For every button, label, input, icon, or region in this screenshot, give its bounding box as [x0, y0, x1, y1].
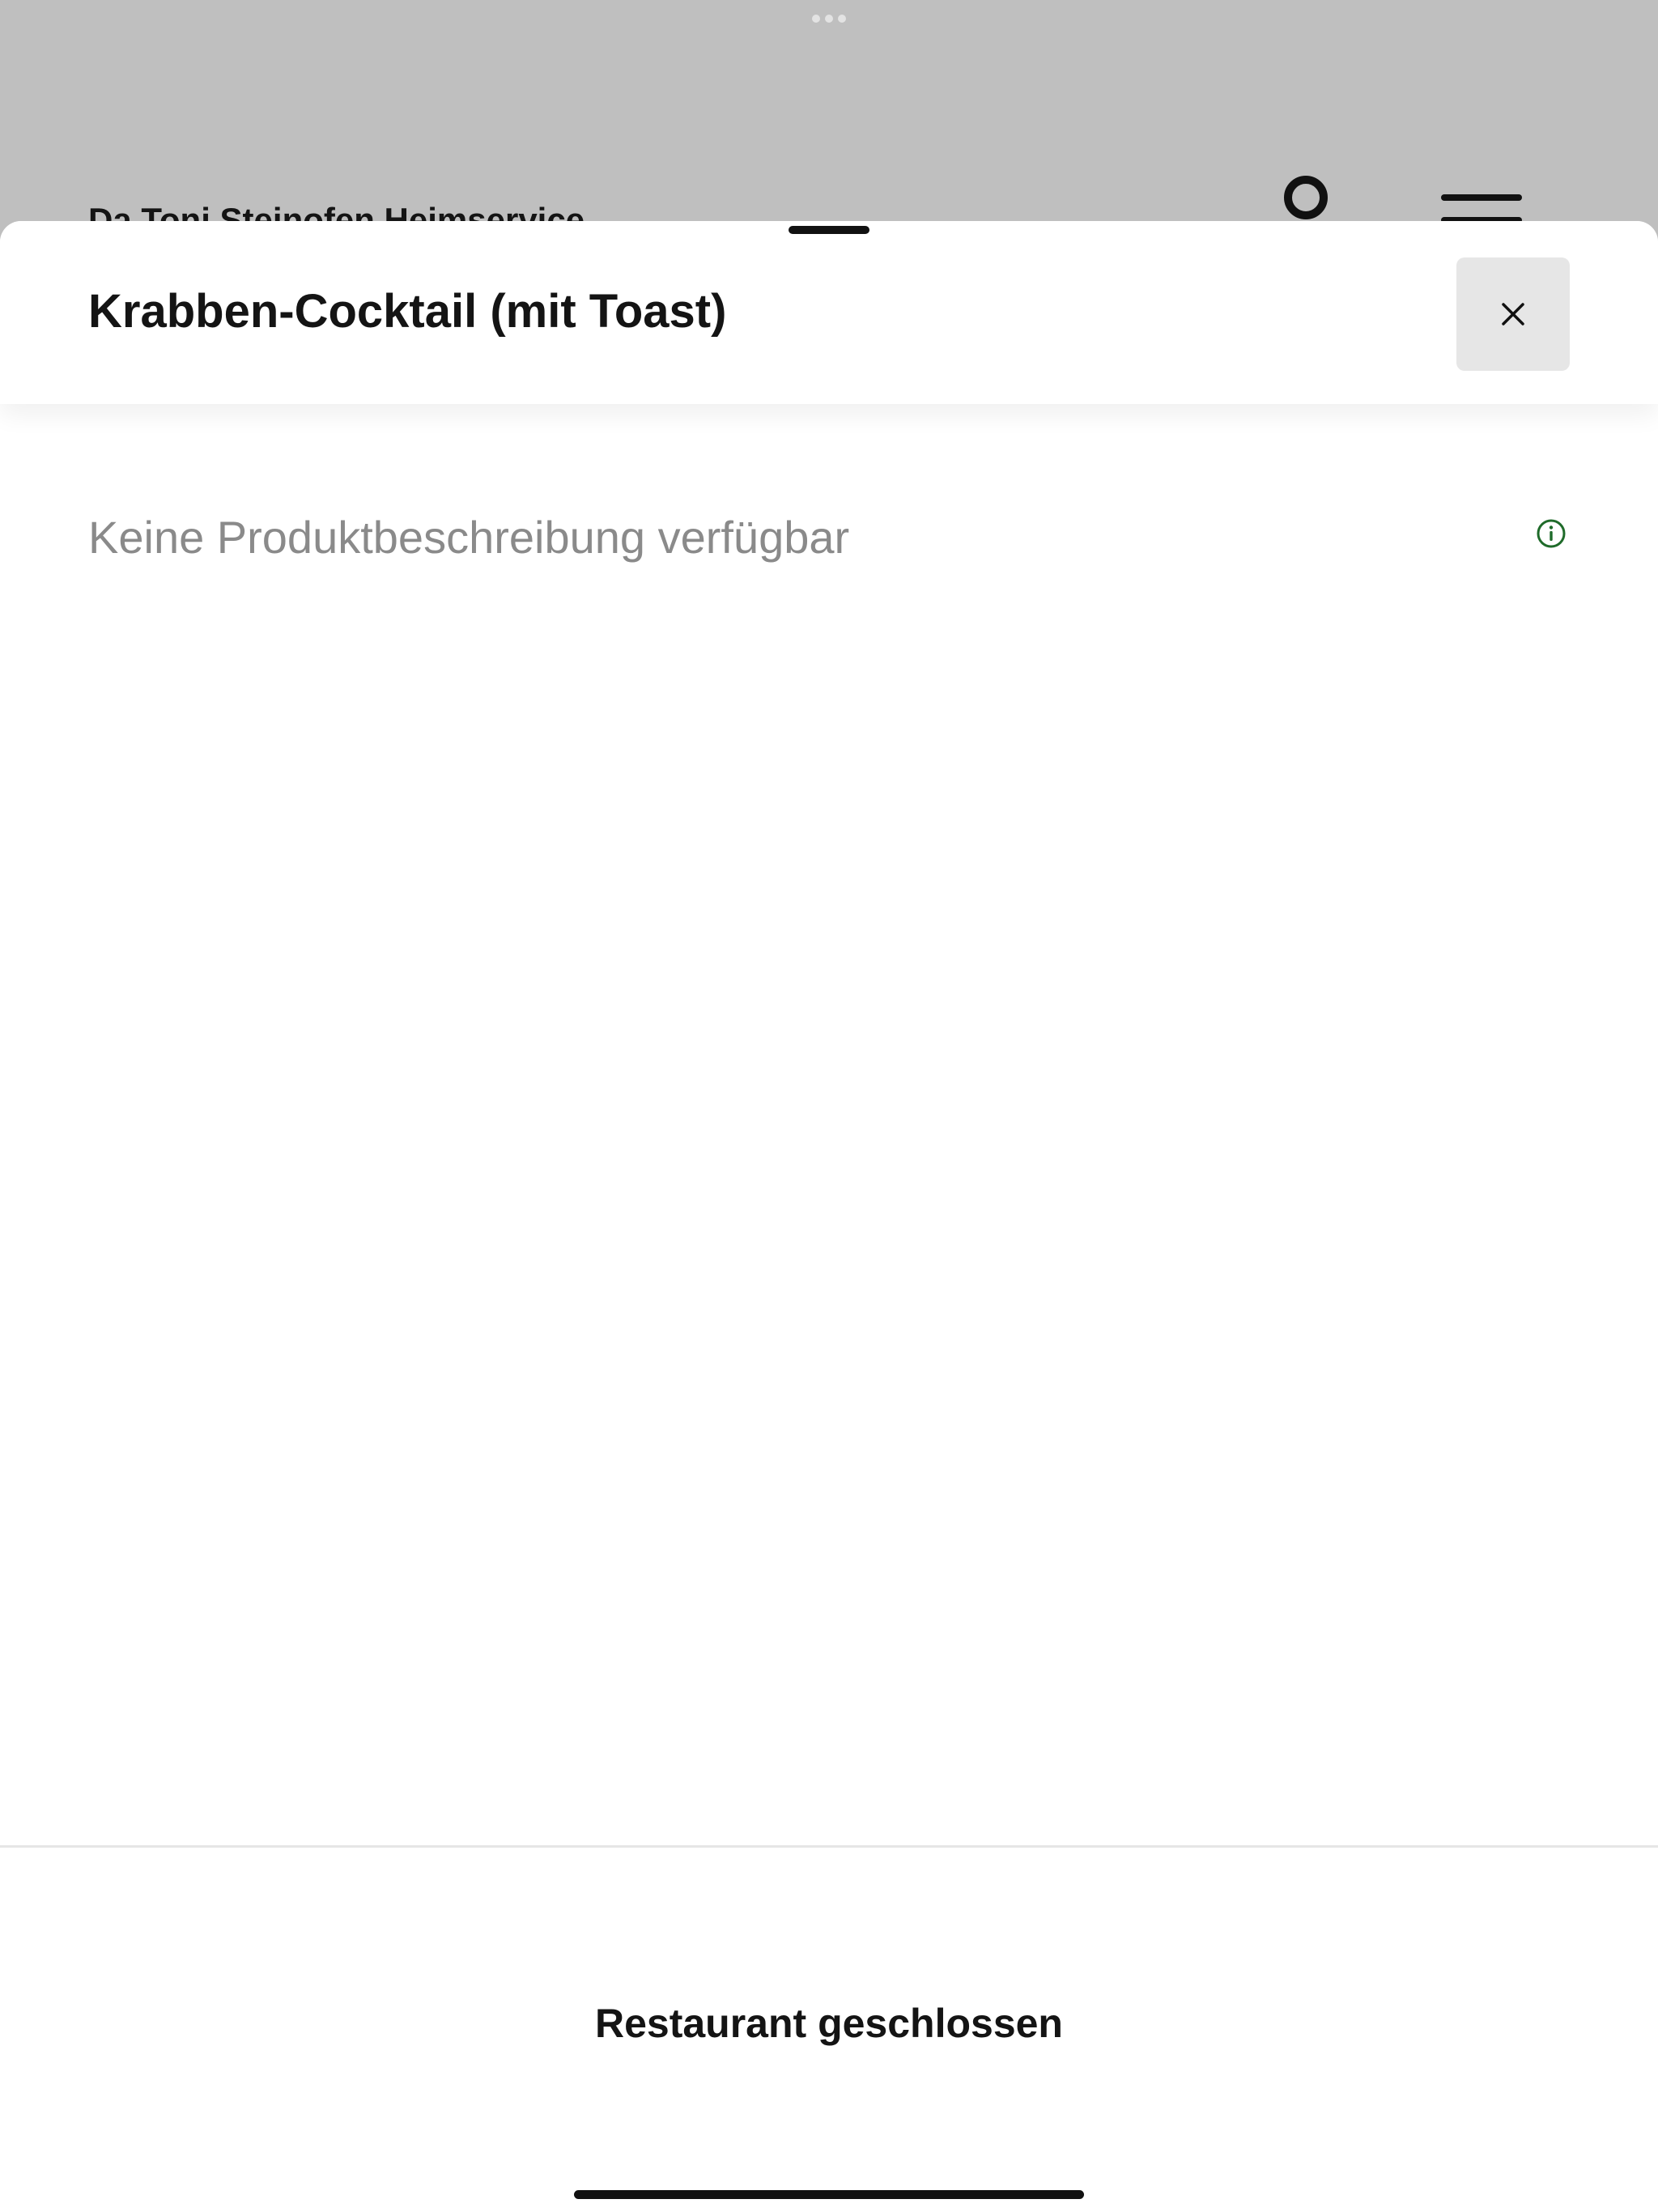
- hamburger-menu-icon-graphic: [1441, 194, 1522, 223]
- info-icon[interactable]: [1536, 518, 1567, 549]
- close-button[interactable]: [1456, 257, 1570, 371]
- dot: [825, 15, 833, 23]
- info-icon-graphic: [1537, 519, 1566, 548]
- footer-divider: [0, 1845, 1658, 1848]
- multitasking-dots[interactable]: [812, 14, 846, 23]
- sheet-header: Krabben-Cocktail (mit Toast): [0, 221, 1658, 404]
- dot: [838, 15, 846, 23]
- sheet-grabber[interactable]: [789, 226, 869, 234]
- product-sheet: Krabben-Cocktail (mit Toast) Keine Produ…: [0, 221, 1658, 2212]
- product-description: Keine Produktbeschreibung verfügbar: [88, 512, 850, 563]
- close-icon: [1502, 303, 1524, 325]
- hamburger-menu-icon[interactable]: [1441, 193, 1522, 225]
- search-icon[interactable]: [1282, 175, 1330, 223]
- dot: [812, 15, 820, 23]
- home-indicator[interactable]: [574, 2190, 1084, 2199]
- screen: Da Toni Steinofen Heimservice Krabben-Co…: [0, 0, 1658, 2212]
- search-icon-graphic: [1284, 176, 1328, 219]
- product-title: Krabben-Cocktail (mit Toast): [88, 285, 727, 338]
- restaurant-status: Restaurant geschlossen: [595, 2001, 1063, 2046]
